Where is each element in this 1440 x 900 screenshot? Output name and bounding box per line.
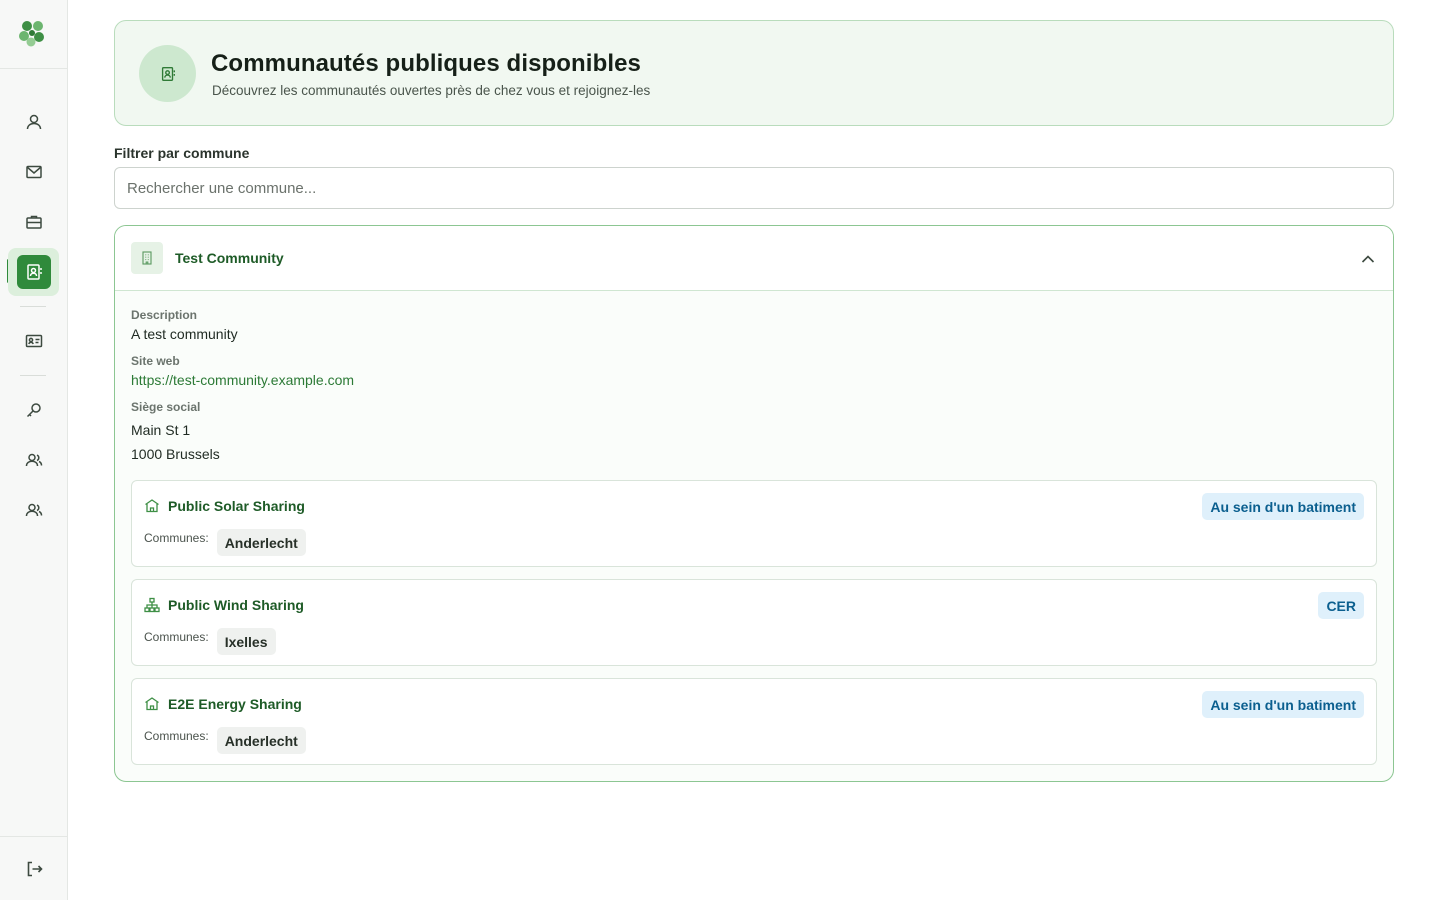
logout-button[interactable] — [8, 845, 59, 893]
users-icon — [25, 453, 42, 467]
sidebar-item-profile[interactable] — [8, 98, 59, 146]
description-label: Description — [131, 308, 198, 322]
filter-label: Filtrer par commune — [114, 145, 250, 161]
sidebar-divider — [0, 68, 68, 69]
page-subtitle: Découvrez les communautés ouvertes près … — [212, 83, 651, 98]
sidebar-divider — [20, 306, 46, 307]
sidebar-item-communities[interactable] — [8, 248, 59, 296]
hq-address-line2: 1000 Brussels — [131, 446, 220, 462]
sharing-card[interactable]: E2E Energy Sharing Au sein d'un batiment… — [131, 678, 1377, 765]
logout-icon — [27, 861, 43, 877]
contact-book-icon — [26, 264, 42, 280]
id-card-icon — [25, 334, 42, 348]
communes-label: Communes: — [144, 729, 209, 743]
sharing-card[interactable]: Public Wind Sharing CER Communes: Ixelle… — [131, 579, 1377, 666]
briefcase-icon — [25, 215, 42, 229]
community-details: Description A test community Site web ht… — [115, 291, 1393, 781]
sharing-type-badge: Au sein d'un batiment — [1202, 691, 1364, 718]
communes-label: Communes: — [144, 630, 209, 644]
sharing-communes: Communes: Anderlecht — [144, 726, 306, 754]
sharing-title: Public Wind Sharing — [144, 597, 304, 613]
page-title: Communautés publiques disponibles — [211, 50, 642, 77]
building-icon — [145, 499, 159, 513]
community-card: Test Community Description A test commun… — [114, 225, 1394, 782]
sharing-name: Public Wind Sharing — [168, 597, 304, 613]
sharing-type-badge: CER — [1318, 592, 1364, 619]
sharing-name: Public Solar Sharing — [168, 498, 305, 514]
sharing-title: Public Solar Sharing — [144, 498, 305, 514]
sharing-communes: Communes: Ixelles — [144, 627, 276, 655]
description-value: A test community — [131, 326, 238, 342]
clover-logo[interactable] — [16, 17, 48, 49]
community-name: Test Community — [175, 250, 284, 266]
sidebar-item-members[interactable] — [8, 436, 59, 484]
mail-icon — [25, 165, 42, 179]
sidebar — [0, 0, 68, 900]
building-icon — [145, 697, 159, 711]
community-icon-badge — [131, 242, 163, 274]
commune-chip: Anderlecht — [216, 727, 306, 754]
sharing-name: E2E Energy Sharing — [168, 696, 302, 712]
page-header: Communautés publiques disponibles Découv… — [114, 20, 1394, 126]
commune-search-input[interactable] — [114, 167, 1394, 209]
hq-label: Siège social — [131, 400, 201, 414]
community-card-header[interactable]: Test Community — [115, 226, 1393, 291]
network-icon — [144, 597, 160, 613]
sidebar-item-messages[interactable] — [8, 148, 59, 196]
sharing-title: E2E Energy Sharing — [144, 696, 302, 712]
sidebar-item-work[interactable] — [8, 198, 59, 246]
sharing-type-badge: Au sein d'un batiment — [1202, 493, 1364, 520]
communes-label: Communes: — [144, 531, 209, 545]
sidebar-divider — [20, 375, 46, 376]
chevron-up-icon[interactable] — [1359, 250, 1377, 268]
users-icon — [25, 503, 42, 517]
contact-book-icon — [161, 66, 175, 81]
user-icon — [26, 114, 41, 130]
commune-chip: Ixelles — [216, 628, 276, 655]
commune-chip: Anderlecht — [216, 529, 306, 556]
header-icon-badge — [139, 45, 196, 102]
sidebar-divider — [0, 836, 68, 837]
main-content: Communautés publiques disponibles Découv… — [114, 20, 1394, 782]
office-building-icon — [142, 251, 152, 265]
key-icon — [26, 403, 41, 418]
hq-address-line1: Main St 1 — [131, 422, 191, 438]
sidebar-item-id-card[interactable] — [8, 317, 59, 365]
sidebar-item-groups[interactable] — [8, 486, 59, 534]
sharing-card[interactable]: Public Solar Sharing Au sein d'un batime… — [131, 480, 1377, 567]
sidebar-item-keys[interactable] — [8, 386, 59, 434]
sharing-communes: Communes: Anderlecht — [144, 528, 306, 556]
website-link[interactable]: https://test-community.example.com — [131, 372, 354, 388]
website-label: Site web — [131, 354, 180, 368]
